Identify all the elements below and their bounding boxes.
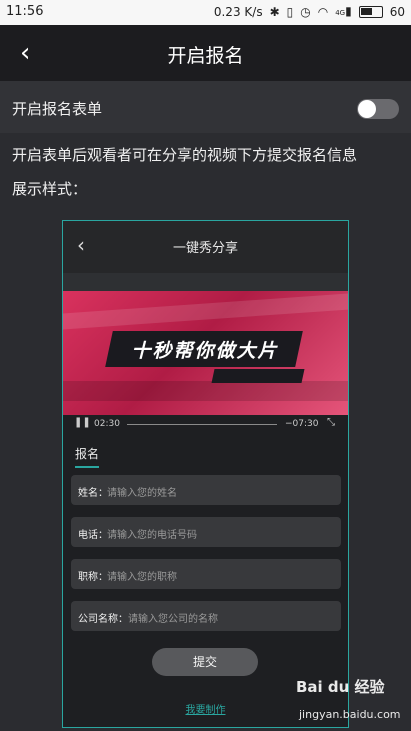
title-field: 职称： 请输入您的职称 bbox=[71, 559, 341, 589]
company-field: 公司名称： 请输入您公司的名称 bbox=[71, 601, 341, 631]
remaining-time: −07:30 bbox=[285, 419, 319, 429]
fullscreen-icon: ⤡ bbox=[327, 417, 335, 428]
preview-divider bbox=[63, 273, 348, 291]
enroll-form-toggle-row: 开启报名表单 bbox=[0, 81, 411, 133]
toggle-knob bbox=[358, 100, 376, 118]
signal-icon: 4G▮ bbox=[335, 4, 352, 18]
status-icons: 0.23 K/s ✱ ▯ ◷ ◠ 4G▮ 60 bbox=[214, 4, 405, 20]
field-placeholder: 请输入您的电话号码 bbox=[107, 530, 197, 541]
page-title: 开启报名 bbox=[167, 45, 244, 67]
preview-submit-button: 提交 bbox=[152, 648, 258, 676]
field-label: 职称： bbox=[78, 572, 108, 583]
share-preview: ‹ 一键秀分享 十秒帮你做大片 ❚❚ 02:30 −07:30 ⤡ 报名 姓名：… bbox=[62, 220, 349, 728]
field-placeholder: 请输入您的姓名 bbox=[107, 488, 177, 499]
description-text: 开启表单后观看者可在分享的视频下方提交报名信息 bbox=[12, 146, 358, 164]
watermark-url: jingyan.baidu.com bbox=[299, 708, 401, 721]
tab-enroll: 报名 bbox=[75, 445, 100, 468]
video-controls: ❚❚ 02:30 −07:30 ⤡ bbox=[63, 415, 348, 433]
battery-level: 60 bbox=[389, 5, 405, 19]
pause-icon: ❚❚ bbox=[74, 417, 91, 428]
wifi-icon: ◠ bbox=[317, 5, 329, 19]
video-decor bbox=[63, 291, 348, 331]
sample-style-label: 展示样式： bbox=[12, 180, 88, 198]
name-field: 姓名： 请输入您的姓名 bbox=[71, 475, 341, 505]
bluetooth-icon: ✱ bbox=[269, 5, 280, 19]
video-banner-text: 十秒帮你做大片 bbox=[131, 340, 279, 362]
enroll-form-toggle[interactable] bbox=[357, 99, 399, 119]
vibrate-icon: ▯ bbox=[286, 5, 294, 19]
video-thumbnail: 十秒帮你做大片 bbox=[63, 291, 348, 415]
network-speed: 0.23 K/s bbox=[213, 5, 263, 19]
field-label: 公司名称： bbox=[78, 614, 128, 625]
current-time: 02:30 bbox=[94, 419, 120, 429]
progress-bar bbox=[127, 424, 277, 425]
status-time: 11:56 bbox=[6, 4, 44, 19]
preview-title: 一键秀分享 bbox=[172, 241, 238, 256]
video-banner-underline bbox=[211, 369, 305, 383]
status-bar: 11:56 0.23 K/s ✱ ▯ ◷ ◠ 4G▮ 60 bbox=[0, 0, 411, 25]
title-bar: ‹ 开启报名 bbox=[0, 25, 411, 81]
video-decor bbox=[63, 381, 348, 401]
field-placeholder: 请输入您的职称 bbox=[107, 572, 177, 583]
baidu-jingyan-logo: Bai du 经验 bbox=[296, 678, 385, 696]
field-label: 姓名： bbox=[78, 488, 108, 499]
toggle-label: 开启报名表单 bbox=[12, 100, 103, 118]
field-label: 电话： bbox=[78, 530, 108, 541]
alarm-icon: ◷ bbox=[300, 5, 311, 19]
field-placeholder: 请输入您公司的名称 bbox=[128, 614, 218, 625]
battery-icon bbox=[358, 6, 383, 18]
preview-header: ‹ 一键秀分享 bbox=[63, 221, 348, 273]
phone-field: 电话： 请输入您的电话号码 bbox=[71, 517, 341, 547]
